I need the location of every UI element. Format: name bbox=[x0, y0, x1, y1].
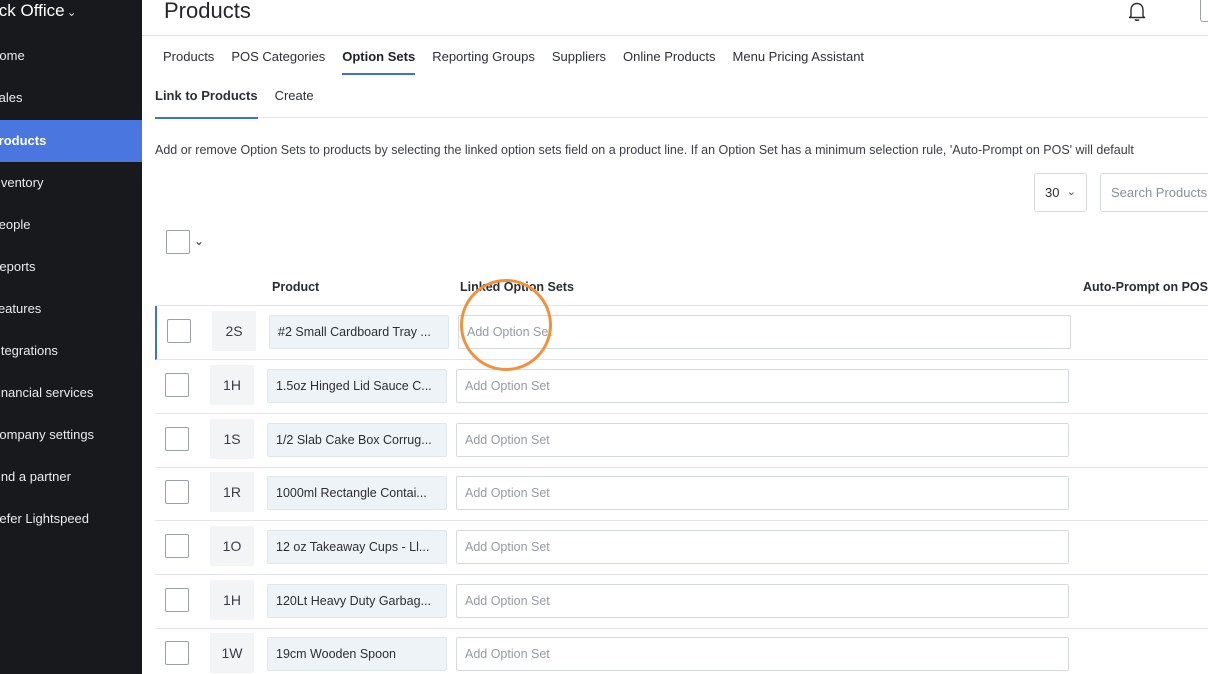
sidebar-item-label: People bbox=[0, 217, 31, 232]
table-row: 1H 120Lt Heavy Duty Garbag... bbox=[155, 575, 1208, 629]
product-name-field[interactable]: 1000ml Rectangle Contai... bbox=[267, 476, 447, 510]
subtab-create[interactable]: Create bbox=[275, 88, 314, 117]
column-header-linked-option-sets: Linked Option Sets bbox=[460, 280, 574, 294]
description-text: Add or remove Option Sets to products by… bbox=[155, 143, 1134, 157]
header-divider bbox=[142, 35, 1208, 36]
sidebar-item-label: Sales bbox=[0, 90, 23, 105]
linked-option-sets-input[interactable] bbox=[456, 584, 1069, 618]
sidebar-item-label: Financial services bbox=[0, 385, 94, 400]
table-row: 1S 1/2 Slab Cake Box Corrug... bbox=[155, 414, 1208, 468]
table-row: 2S #2 Small Cardboard Tray ... bbox=[155, 306, 1208, 360]
sidebar-item-people[interactable]: People bbox=[0, 204, 142, 246]
product-name-field[interactable]: #2 Small Cardboard Tray ... bbox=[269, 315, 449, 349]
row-checkbox[interactable] bbox=[165, 427, 189, 451]
linked-option-sets-input[interactable] bbox=[456, 637, 1069, 671]
table-row: 1O 12 oz Takeaway Cups - Ll... bbox=[155, 521, 1208, 575]
linked-option-sets-input[interactable] bbox=[456, 423, 1069, 457]
sidebar-item-company-settings[interactable]: Company settings bbox=[0, 414, 142, 456]
sidebar-item-features[interactable]: Features bbox=[0, 288, 142, 330]
column-header-auto-prompt: Auto-Prompt on POS bbox=[1083, 280, 1208, 294]
page-size-value: 30 bbox=[1045, 185, 1060, 200]
select-all-checkbox[interactable] bbox=[166, 230, 190, 254]
table-row: 1R 1000ml Rectangle Contai... bbox=[155, 467, 1208, 521]
sidebar-item-reports[interactable]: Reports bbox=[0, 246, 142, 288]
app-switcher[interactable]: Back Office⌄ bbox=[0, 0, 77, 24]
sidebar-item-refer-lightspeed[interactable]: Refer Lightspeed bbox=[0, 498, 142, 540]
sidebar-item-label: Home bbox=[0, 48, 25, 63]
product-abbreviation: 1O bbox=[210, 526, 254, 566]
column-header-product: Product bbox=[272, 280, 320, 294]
sidebar-item-label: Refer Lightspeed bbox=[0, 511, 90, 526]
tab-products[interactable]: Products bbox=[163, 48, 214, 72]
sidebar-item-sales[interactable]: Sales bbox=[0, 77, 142, 119]
sidebar-item-label: Integrations bbox=[0, 343, 58, 358]
product-tabs: Products POS Categories Option Sets Repo… bbox=[163, 48, 881, 75]
page-size-select[interactable]: 30 ⌄ bbox=[1034, 173, 1087, 212]
product-name-field[interactable]: 19cm Wooden Spoon bbox=[267, 637, 447, 671]
product-abbreviation: 1W bbox=[210, 633, 254, 673]
tab-reporting-groups[interactable]: Reporting Groups bbox=[432, 48, 535, 72]
table-row: 1H 1.5oz Hinged Lid Sauce C... bbox=[155, 360, 1208, 414]
header-action-button[interactable] bbox=[1200, 0, 1208, 22]
chevron-down-icon: ⌄ bbox=[1066, 186, 1076, 198]
tab-menu-pricing-assistant[interactable]: Menu Pricing Assistant bbox=[733, 48, 865, 72]
product-name-field[interactable]: 12 oz Takeaway Cups - Ll... bbox=[267, 530, 447, 564]
app-title: Back Office bbox=[0, 1, 65, 20]
linked-option-sets-input[interactable] bbox=[456, 476, 1069, 510]
search-input[interactable] bbox=[1100, 173, 1208, 212]
row-checkbox[interactable] bbox=[167, 319, 191, 343]
sidebar-item-label: Inventory bbox=[0, 175, 44, 190]
sidebar-item-label: Reports bbox=[0, 259, 36, 274]
bulk-actions-chevron-icon[interactable]: ⌄ bbox=[194, 232, 208, 250]
row-checkbox[interactable] bbox=[165, 373, 189, 397]
bell-icon-svg bbox=[1128, 2, 1146, 21]
product-abbreviation: 1H bbox=[210, 365, 254, 405]
tab-suppliers[interactable]: Suppliers bbox=[552, 48, 606, 72]
table-row: 1W 19cm Wooden Spoon bbox=[155, 628, 1208, 674]
product-name-field[interactable]: 1.5oz Hinged Lid Sauce C... bbox=[267, 369, 447, 403]
sidebar-item-label: Find a partner bbox=[0, 469, 71, 484]
product-abbreviation: 2S bbox=[212, 311, 256, 351]
linked-option-sets-input[interactable] bbox=[456, 530, 1069, 564]
linked-option-sets-input[interactable] bbox=[458, 315, 1071, 349]
linked-option-sets-input[interactable] bbox=[456, 369, 1069, 403]
sidebar-item-financial-services[interactable]: Financial services bbox=[0, 372, 142, 414]
product-abbreviation: 1R bbox=[210, 472, 254, 512]
tab-online-products[interactable]: Online Products bbox=[623, 48, 716, 72]
tab-option-sets[interactable]: Option Sets bbox=[342, 48, 415, 75]
product-abbreviation: 1S bbox=[210, 419, 254, 459]
page-title: Products bbox=[164, 0, 251, 23]
product-name-field[interactable]: 1/2 Slab Cake Box Corrug... bbox=[267, 423, 447, 457]
sidebar-item-find-a-partner[interactable]: Find a partner bbox=[0, 456, 142, 498]
sidebar-item-home[interactable]: Home bbox=[0, 35, 142, 77]
sidebar-item-label: Company settings bbox=[0, 427, 95, 442]
bell-icon[interactable] bbox=[1126, 0, 1148, 22]
product-name-field[interactable]: 120Lt Heavy Duty Garbag... bbox=[267, 584, 447, 618]
row-checkbox[interactable] bbox=[165, 641, 189, 665]
sidebar-item-products[interactable]: Products bbox=[0, 120, 142, 162]
sidebar-item-label: Products bbox=[0, 133, 47, 148]
sidebar-item-inventory[interactable]: Inventory bbox=[0, 162, 142, 204]
row-checkbox[interactable] bbox=[165, 480, 189, 504]
subtab-link-to-products[interactable]: Link to Products bbox=[155, 88, 258, 119]
product-abbreviation: 1H bbox=[210, 580, 254, 620]
row-checkbox[interactable] bbox=[165, 588, 189, 612]
tab-pos-categories[interactable]: POS Categories bbox=[231, 48, 325, 72]
sidebar-item-label: Features bbox=[0, 301, 42, 316]
chevron-down-icon: ⌄ bbox=[66, 5, 77, 19]
option-set-subtabs: Link to Products Create bbox=[155, 88, 1208, 119]
sidebar: Back Office⌄ Home Sales Products Invento… bbox=[0, 0, 142, 674]
row-checkbox[interactable] bbox=[165, 534, 189, 558]
sidebar-item-integrations[interactable]: Integrations bbox=[0, 330, 142, 372]
